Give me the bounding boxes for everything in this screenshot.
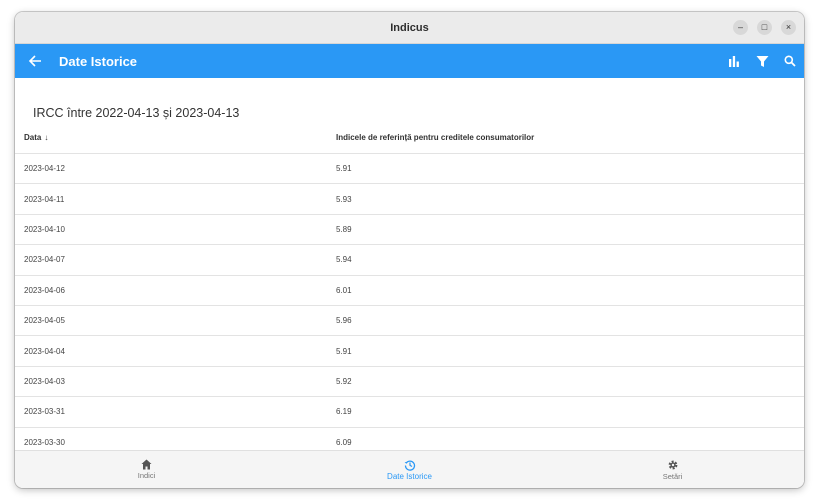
- nav-label-date-istorice: Date Istorice: [387, 471, 432, 481]
- row-value: 6.01: [336, 285, 352, 295]
- app-bar: Date Istorice: [15, 44, 804, 78]
- history-icon: [404, 460, 415, 471]
- nav-item-date-istorice[interactable]: Date Istorice: [278, 451, 541, 488]
- nav-label-indici: Indici: [137, 471, 156, 480]
- date-range-title: IRCC între 2022-04-13 și 2023-04-13: [33, 106, 240, 120]
- table-row[interactable]: 2023-04-10 5.89: [15, 215, 804, 246]
- table-row[interactable]: 2023-04-07 5.94: [15, 245, 804, 276]
- row-value: 5.94: [336, 255, 352, 265]
- sort-arrow-icon: ↓: [44, 133, 49, 142]
- app-window: Indicus – □ × Date Istorice IRCC între 2…: [15, 12, 804, 488]
- table-row[interactable]: 2023-04-11 5.93: [15, 184, 804, 215]
- window-title: Indicus: [390, 21, 429, 34]
- row-value: 5.91: [336, 164, 352, 174]
- table-row[interactable]: 2023-04-04 5.91: [15, 336, 804, 367]
- arrow-back-icon[interactable]: [25, 51, 45, 71]
- row-value: 5.96: [336, 316, 352, 326]
- row-value: 5.92: [336, 376, 352, 386]
- row-date: 2023-04-04: [24, 346, 65, 356]
- date-header-label: Data: [24, 133, 42, 142]
- row-value: 5.93: [336, 194, 352, 204]
- table-row[interactable]: 2023-04-03 5.92: [15, 367, 804, 398]
- row-date: 2023-04-10: [24, 224, 65, 234]
- minimize-button[interactable]: –: [733, 20, 748, 35]
- row-date: 2023-04-12: [24, 164, 65, 174]
- row-value: 6.19: [336, 407, 352, 417]
- row-value: 5.91: [336, 346, 352, 356]
- table-row[interactable]: 2023-03-31 6.19: [15, 397, 804, 428]
- nav-label-setari: Setări: [662, 471, 683, 481]
- window-controls: – □ ×: [733, 20, 796, 35]
- title-bar: Indicus – □ ×: [15, 12, 804, 44]
- row-value: 5.89: [336, 224, 352, 234]
- search-icon[interactable]: [782, 53, 798, 69]
- row-date: 2023-03-31: [24, 407, 65, 417]
- maximize-button[interactable]: □: [757, 20, 772, 35]
- appbar-actions: [726, 53, 798, 69]
- history-table: Data ↓ Indicele de referință pentru cred…: [15, 122, 804, 458]
- nav-item-setari[interactable]: Setări: [541, 451, 804, 488]
- row-date: 2023-03-30: [24, 437, 65, 447]
- value-column-header[interactable]: Indicele de referință pentru creditele c…: [326, 133, 534, 142]
- table-header: Data ↓ Indicele de referință pentru cred…: [15, 122, 804, 154]
- row-date: 2023-04-06: [24, 285, 65, 295]
- bottom-navigation: Indici Date Istorice Setări: [15, 450, 804, 488]
- table-row[interactable]: 2023-04-06 6.01: [15, 276, 804, 306]
- bar-chart-icon[interactable]: [726, 53, 742, 69]
- row-value: 6.09: [336, 437, 352, 447]
- page-title: Date Istorice: [59, 53, 138, 69]
- close-button[interactable]: ×: [781, 20, 796, 35]
- nav-item-indici[interactable]: Indici: [15, 451, 278, 488]
- row-date: 2023-04-07: [24, 255, 65, 265]
- home-icon: [141, 459, 152, 470]
- row-date: 2023-04-05: [24, 316, 65, 326]
- date-column-header[interactable]: Data ↓: [15, 133, 326, 142]
- row-date: 2023-04-03: [24, 376, 65, 386]
- gear-icon: [668, 460, 677, 469]
- row-date: 2023-04-11: [24, 194, 65, 204]
- filter-icon[interactable]: [754, 53, 770, 69]
- table-row[interactable]: 2023-04-12 5.91: [15, 154, 804, 185]
- table-row[interactable]: 2023-04-05 5.96: [15, 306, 804, 337]
